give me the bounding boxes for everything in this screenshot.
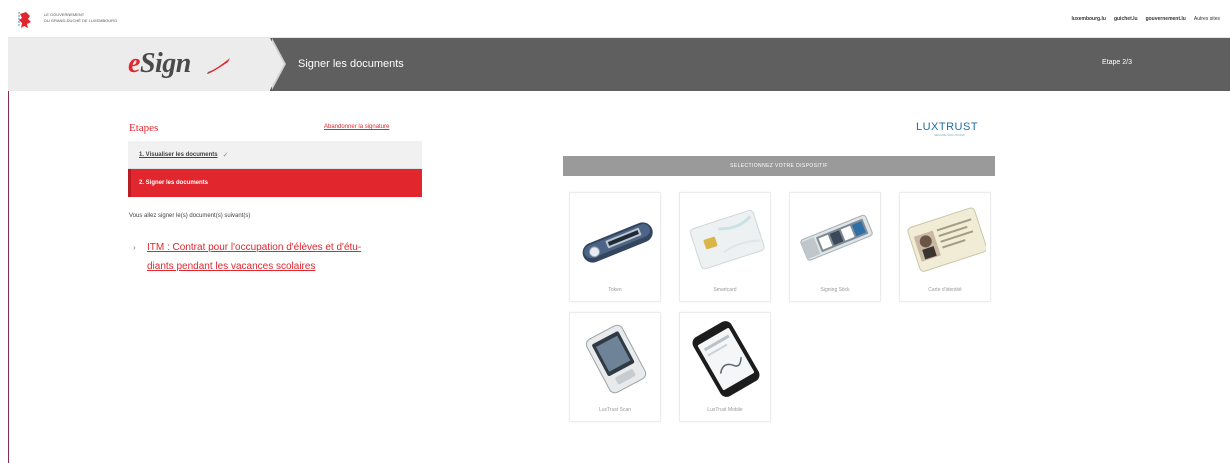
steps-list: 1. Visualiser les documents ✓ 2. Signer … [128, 141, 422, 197]
government-line-2: DU GRAND-DUCHÉ DE LUXEMBOURG [44, 18, 118, 23]
government-links: luxembourg.lu guichet.lu gouvernement.lu… [1072, 16, 1221, 22]
step-indicator: Etape 2/3 [1102, 59, 1132, 66]
link-gouvernement[interactable]: gouvernement.lu [1146, 16, 1186, 22]
esign-logo[interactable]: eSign [128, 48, 191, 80]
luxtrust-mobile-icon [692, 321, 760, 397]
steps-title: Etapes [129, 122, 159, 134]
id-card-icon [907, 207, 986, 272]
logo-sign: Sign [139, 48, 191, 79]
header-arrow [270, 38, 284, 90]
device-id-card-label: Carte d'identité [928, 287, 962, 293]
device-signing-stick[interactable]: Signing Stick [789, 192, 881, 302]
step-signer-label: 2. Signer les documents [139, 180, 209, 186]
info-text: Vous allez signer le(s) document(s) suiv… [129, 213, 251, 219]
page-title: Signer les documents [298, 58, 404, 70]
step-visualiser[interactable]: 1. Visualiser les documents ✓ [128, 141, 422, 169]
app-header: eSign Signer les documents Etape 2/3 [8, 38, 1230, 91]
device-signing-stick-label: Signing Stick [820, 287, 850, 293]
device-luxtrust-scan[interactable]: LuxTrust Scan [569, 312, 661, 422]
step-signer[interactable]: 2. Signer les documents [128, 169, 422, 197]
luxtrust-tagline: SECURE SOLUTIONS [934, 133, 965, 137]
device-token[interactable]: Token [569, 192, 661, 302]
abandon-signature-link[interactable]: Abandonner la signature [324, 124, 389, 130]
chevron-right-icon: › [133, 243, 136, 252]
logo-e: e [128, 48, 140, 79]
luxtrust-logo: LUXTRUST SECURE SOLUTIONS [916, 121, 996, 137]
signing-stick-icon [800, 214, 873, 261]
device-smartcard[interactable]: Smartcard [679, 192, 771, 302]
smartcard-icon [689, 210, 765, 270]
device-luxtrust-mobile-label: LuxTrust Mobile [707, 407, 743, 413]
luxtrust-scan-icon [585, 324, 647, 394]
device-luxtrust-scan-label: LuxTrust Scan [598, 407, 632, 413]
document-link-line-1[interactable]: ITM : Contrat pour l'occupation d'élèves… [147, 238, 433, 257]
step-visualiser-label: 1. Visualiser les documents [139, 151, 218, 158]
government-bar: LE GOUVERNEMENT DU GRAND-DUCHÉ DE LUXEMB… [8, 0, 1230, 38]
document-link-line-2[interactable]: diants pendant les vacances scolaires [147, 257, 433, 276]
token-icon [582, 222, 653, 263]
device-smartcard-label: Smartcard [713, 287, 737, 293]
government-name: LE GOUVERNEMENT DU GRAND-DUCHÉ DE LUXEMB… [44, 12, 117, 24]
device-id-card[interactable]: Carte d'identité [899, 192, 991, 302]
luxtrust-name: LUXTRUST [916, 121, 979, 133]
luxembourg-lion-icon[interactable] [16, 10, 34, 30]
document-item: › ITM : Contrat pour l'occupation d'élèv… [133, 238, 433, 276]
device-luxtrust-mobile[interactable]: LuxTrust Mobile [679, 312, 771, 422]
device-selection-bar: SELECTIONNEZ VOTRE DISPOSITIF [563, 156, 995, 176]
link-autres-sites[interactable]: Autres sites [1194, 16, 1220, 22]
link-guichet[interactable]: guichet.lu [1114, 16, 1138, 22]
pen-icon [207, 58, 230, 74]
device-token-label: Token [608, 287, 622, 293]
link-luxembourg[interactable]: luxembourg.lu [1072, 16, 1106, 22]
checkmark-icon: ✓ [222, 151, 229, 159]
